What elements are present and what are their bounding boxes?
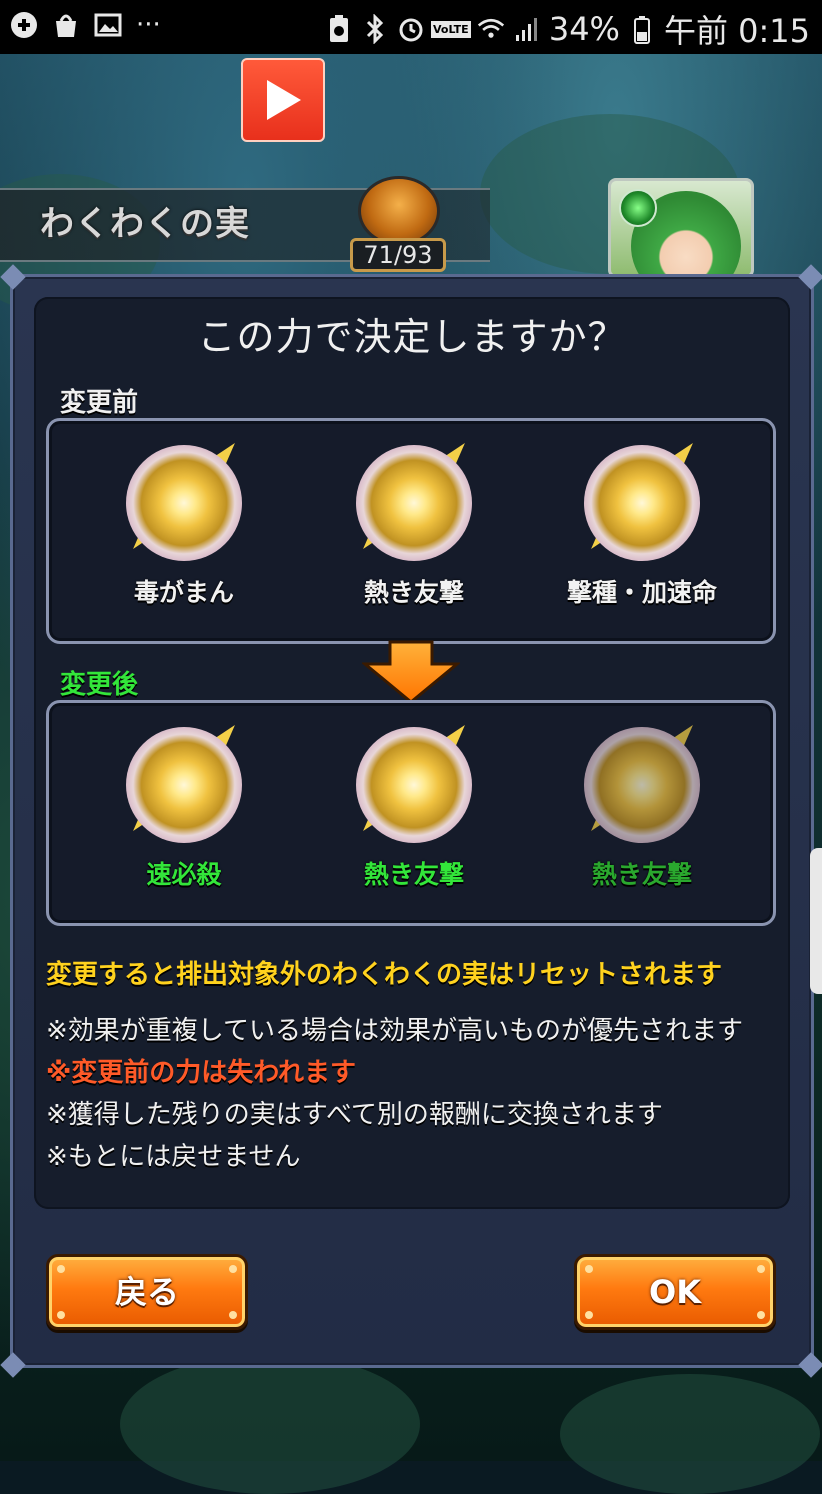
before-label: 変更前 bbox=[60, 388, 139, 418]
ok-button-label: OK bbox=[649, 1273, 701, 1311]
after-item-3: 熱き友撃 bbox=[527, 718, 757, 891]
note-lost: ※変更前の力は失われます bbox=[46, 1058, 356, 1088]
game-controller-icon bbox=[10, 11, 38, 39]
before-item-1: 毒がまん bbox=[69, 436, 299, 609]
signal-icon bbox=[513, 15, 541, 43]
ok-button[interactable]: OK bbox=[574, 1254, 776, 1330]
bluetooth-icon bbox=[361, 14, 389, 44]
before-item-label: 熱き友撃 bbox=[363, 578, 464, 607]
after-item-label: 速必殺 bbox=[146, 860, 222, 889]
after-panel: 速必殺 熱き友撃 熱き友撃 bbox=[46, 700, 776, 926]
fruit-orb-icon bbox=[583, 718, 701, 843]
wifi-icon bbox=[477, 15, 505, 43]
screen-title: わくわくの実 bbox=[40, 204, 250, 244]
more-icon: ··· bbox=[136, 10, 161, 40]
battery-saver-icon bbox=[325, 15, 353, 43]
element-badge-icon bbox=[619, 189, 657, 227]
fruit-counter: 71/93 bbox=[350, 238, 446, 272]
battery-icon bbox=[628, 15, 656, 44]
note-priority: ※効果が重複している場合は効果が高いものが優先されます bbox=[46, 1016, 744, 1046]
note-exchange: ※獲得した残りの実はすべて別の報酬に交換されます bbox=[46, 1100, 663, 1130]
after-item-2: 熱き友撃 bbox=[299, 718, 529, 891]
clock: 午前 0:15 bbox=[663, 12, 810, 50]
battery-percent: 34% bbox=[548, 10, 620, 48]
fruit-orb-icon bbox=[125, 718, 243, 843]
edge-panel-handle[interactable] bbox=[810, 848, 822, 994]
fruit-orb-icon bbox=[355, 436, 473, 561]
fruit-orb-icon bbox=[125, 436, 243, 561]
image-icon bbox=[94, 11, 122, 39]
before-item-3: 撃種・加速命 bbox=[527, 436, 757, 609]
back-button[interactable]: 戻る bbox=[46, 1254, 248, 1330]
foliage bbox=[560, 1374, 820, 1494]
after-label: 変更後 bbox=[60, 670, 139, 700]
play-icon bbox=[267, 80, 301, 120]
foliage bbox=[120, 1354, 420, 1494]
dialog-title: この力で決定しますか？ bbox=[197, 315, 627, 359]
alarm-icon bbox=[397, 15, 425, 43]
volte-icon: VoLTE bbox=[430, 20, 471, 38]
note-irreversible: ※もとには戻せません bbox=[46, 1142, 301, 1172]
fruit-orb-icon bbox=[355, 718, 473, 843]
arrow-down-icon bbox=[362, 640, 460, 704]
before-item-label: 毒がまん bbox=[133, 578, 234, 607]
after-item-label: 熱き友撃 bbox=[363, 860, 464, 889]
after-item-label: 熱き友撃 bbox=[591, 860, 692, 889]
before-panel: 毒がまん 熱き友撃 撃種・加速命 bbox=[46, 418, 776, 644]
fruit-orb-icon bbox=[583, 436, 701, 561]
back-button-label: 戻る bbox=[114, 1273, 179, 1311]
before-item-2: 熱き友撃 bbox=[299, 436, 529, 609]
reset-warning: 変更すると排出対象外のわくわくの実はリセットされます bbox=[46, 960, 723, 990]
video-play-button[interactable] bbox=[241, 58, 325, 142]
after-item-1: 速必殺 bbox=[69, 718, 299, 891]
before-item-label: 撃種・加速命 bbox=[566, 578, 717, 607]
character-portrait[interactable] bbox=[608, 178, 754, 278]
status-bar: ··· VoLTE 34% 午前 0:15 bbox=[0, 0, 822, 54]
bag-icon bbox=[52, 11, 80, 39]
fruit-coin-icon bbox=[358, 176, 440, 246]
